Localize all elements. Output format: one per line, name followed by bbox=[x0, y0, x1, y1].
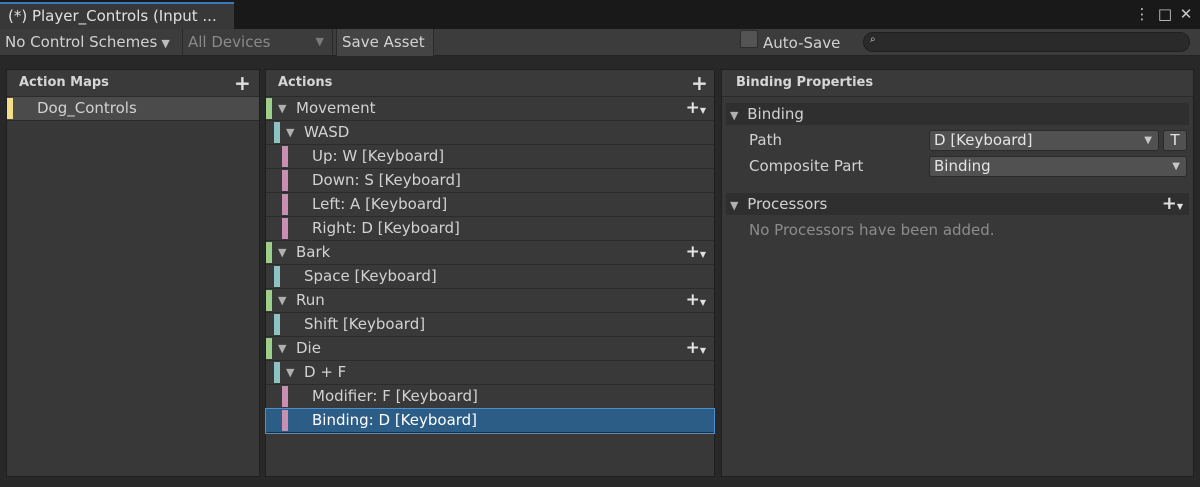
devices-dropdown[interactable]: All Devices ▼ bbox=[183, 29, 333, 56]
processors-section-label: Processors bbox=[747, 195, 828, 213]
row-label: Movement bbox=[296, 99, 376, 117]
chevron-down-icon: ▼ bbox=[1144, 135, 1152, 146]
search-input[interactable]: ⌕ bbox=[863, 32, 1190, 52]
maximize-icon[interactable]: □ bbox=[1156, 5, 1174, 23]
row-color-bar bbox=[282, 146, 288, 167]
action-map-color-bar bbox=[7, 98, 13, 119]
add-binding-icon[interactable]: +▼ bbox=[686, 97, 706, 122]
auto-save-checkbox[interactable] bbox=[740, 30, 758, 48]
binding-row[interactable]: Binding: D [Keyboard] bbox=[265, 408, 715, 434]
composite-part-label: Composite Part bbox=[749, 157, 864, 175]
window-tab[interactable]: (*) Player_Controls (Input ... bbox=[0, 2, 234, 29]
action-map-label: Dog_Controls bbox=[37, 99, 137, 117]
auto-save-label: Auto-Save bbox=[763, 34, 841, 52]
more-options-icon[interactable]: ⋮ bbox=[1133, 5, 1151, 23]
row-color-bar bbox=[274, 314, 280, 335]
binding-properties-panel: Binding Properties ▼ Binding Path D [Key… bbox=[721, 69, 1194, 477]
text-mode-button[interactable]: T bbox=[1163, 130, 1187, 151]
chevron-down-icon: ▼ bbox=[1172, 161, 1180, 172]
triangle-down-icon[interactable]: ▼ bbox=[286, 121, 294, 144]
actions-tree: ▼ Movement +▼ ▼ WASD Up: W [Keyboard] Down: S … bbox=[265, 97, 715, 434]
row-color-bar bbox=[266, 338, 272, 359]
search-icon: ⌕ bbox=[870, 34, 876, 45]
action-row[interactable]: ▼ Movement +▼ bbox=[266, 97, 714, 121]
row-label: Bark bbox=[296, 243, 331, 261]
binding-row[interactable]: Right: D [Keyboard] bbox=[266, 217, 714, 241]
composite-part-dropdown[interactable]: Binding ▼ bbox=[929, 156, 1187, 177]
action-row[interactable]: ▼ Bark +▼ bbox=[266, 241, 714, 265]
control-schemes-dropdown[interactable]: No Control Schemes ▼ bbox=[0, 29, 183, 56]
row-label: Modifier: F [Keyboard] bbox=[312, 387, 478, 405]
path-value: D [Keyboard] bbox=[934, 131, 1033, 149]
row-color-bar bbox=[266, 242, 272, 263]
devices-label: All Devices bbox=[188, 33, 271, 51]
row-label: Left: A [Keyboard] bbox=[312, 195, 448, 213]
action-map-item[interactable]: Dog_Controls bbox=[7, 97, 259, 121]
triangle-down-icon[interactable]: ▼ bbox=[278, 337, 286, 360]
row-label: WASD bbox=[304, 123, 350, 141]
binding-section-label: Binding bbox=[747, 105, 804, 123]
row-color-bar bbox=[282, 410, 288, 431]
path-dropdown[interactable]: D [Keyboard] ▼ bbox=[929, 130, 1159, 151]
triangle-down-icon: ▼ bbox=[730, 199, 739, 212]
add-action-map-icon[interactable]: + bbox=[234, 73, 251, 93]
row-color-bar bbox=[274, 266, 280, 287]
action-row[interactable]: ▼ Die +▼ bbox=[266, 337, 714, 361]
add-binding-icon[interactable]: +▼ bbox=[686, 241, 706, 266]
action-maps-header: Action Maps bbox=[7, 70, 259, 97]
triangle-down-icon[interactable]: ▼ bbox=[286, 361, 294, 384]
action-row[interactable]: ▼ Run +▼ bbox=[266, 289, 714, 313]
row-label: Shift [Keyboard] bbox=[304, 315, 426, 333]
composite-part-value: Binding bbox=[934, 157, 991, 175]
row-color-bar bbox=[282, 170, 288, 191]
chevron-down-icon: ▼ bbox=[161, 37, 170, 50]
add-processor-icon[interactable]: +▼ bbox=[1162, 193, 1183, 218]
row-color-bar bbox=[274, 122, 280, 143]
close-icon[interactable]: ✕ bbox=[1177, 5, 1195, 23]
binding-row[interactable]: Up: W [Keyboard] bbox=[266, 145, 714, 169]
binding-row[interactable]: Down: S [Keyboard] bbox=[266, 169, 714, 193]
processors-section-header[interactable]: ▼ Processors +▼ bbox=[726, 193, 1189, 215]
chevron-down-icon: ▼ bbox=[315, 35, 324, 48]
add-binding-icon[interactable]: +▼ bbox=[686, 337, 706, 362]
row-label: Space [Keyboard] bbox=[304, 267, 437, 285]
processors-empty-message: No Processors have been added. bbox=[749, 221, 995, 239]
triangle-down-icon: ▼ bbox=[730, 109, 739, 122]
row-color-bar bbox=[266, 290, 272, 311]
triangle-down-icon[interactable]: ▼ bbox=[278, 97, 286, 120]
row-color-bar bbox=[274, 362, 280, 383]
action-maps-panel: Action Maps + Dog_Controls bbox=[6, 69, 260, 477]
path-label: Path bbox=[749, 131, 782, 149]
actions-panel: Actions + ▼ Movement +▼ ▼ WASD Up: W [Keyboar… bbox=[265, 69, 715, 477]
binding-section-header[interactable]: ▼ Binding bbox=[726, 103, 1189, 125]
add-action-icon[interactable]: + bbox=[691, 73, 708, 93]
row-color-bar bbox=[282, 194, 288, 215]
triangle-down-icon[interactable]: ▼ bbox=[278, 241, 286, 264]
row-label: Binding: D [Keyboard] bbox=[312, 411, 478, 429]
row-label: D + F bbox=[304, 363, 347, 381]
row-label: Down: S [Keyboard] bbox=[312, 171, 461, 189]
binding-row[interactable]: Space [Keyboard] bbox=[266, 265, 714, 289]
actions-header: Actions bbox=[266, 70, 714, 97]
row-color-bar bbox=[282, 386, 288, 407]
binding-properties-header: Binding Properties bbox=[722, 70, 1193, 97]
binding-row[interactable]: Modifier: F [Keyboard] bbox=[266, 385, 714, 409]
composite-row[interactable]: ▼ WASD bbox=[266, 121, 714, 145]
row-label: Run bbox=[296, 291, 325, 309]
binding-row[interactable]: Left: A [Keyboard] bbox=[266, 193, 714, 217]
control-schemes-label: No Control Schemes bbox=[5, 33, 158, 51]
add-binding-icon[interactable]: +▼ bbox=[686, 289, 706, 314]
row-color-bar bbox=[282, 218, 288, 239]
row-label: Right: D [Keyboard] bbox=[312, 219, 460, 237]
row-label: Up: W [Keyboard] bbox=[312, 147, 445, 165]
row-label: Die bbox=[296, 339, 321, 357]
composite-row[interactable]: ▼ D + F bbox=[266, 361, 714, 385]
triangle-down-icon[interactable]: ▼ bbox=[278, 289, 286, 312]
binding-row[interactable]: Shift [Keyboard] bbox=[266, 313, 714, 337]
row-color-bar bbox=[266, 98, 272, 119]
save-asset-button[interactable]: Save Asset bbox=[336, 29, 434, 56]
